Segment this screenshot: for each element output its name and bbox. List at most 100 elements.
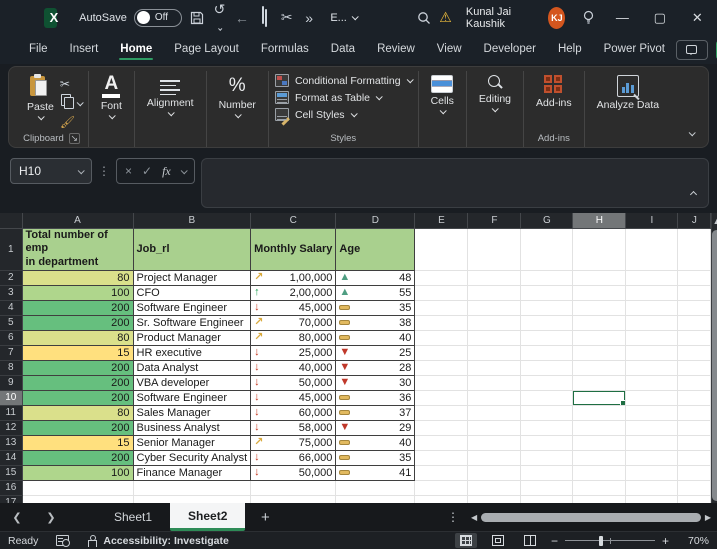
- cell-H9[interactable]: [573, 375, 626, 390]
- horizontal-scrollbar[interactable]: ◀ ▶: [471, 510, 711, 524]
- cells-button[interactable]: Cells: [425, 71, 460, 118]
- cell-A16[interactable]: [22, 480, 133, 495]
- column-header-D[interactable]: D: [336, 213, 415, 228]
- cell-A7[interactable]: 15: [22, 345, 133, 360]
- cell-I12[interactable]: [626, 420, 678, 435]
- cell-G12[interactable]: [521, 420, 573, 435]
- zoom-level[interactable]: 70%: [679, 535, 709, 547]
- row-header-14[interactable]: 14: [0, 450, 22, 465]
- insert-function-icon[interactable]: fx: [162, 164, 171, 179]
- cell-E1[interactable]: [415, 228, 468, 270]
- cell-G16[interactable]: [521, 480, 573, 495]
- row-header-7[interactable]: 7: [0, 345, 22, 360]
- cell-F12[interactable]: [468, 420, 521, 435]
- ribbon-collapse-button[interactable]: [689, 123, 694, 141]
- cell-G6[interactable]: [521, 330, 573, 345]
- cell-D9[interactable]: ▼30: [336, 375, 415, 390]
- paste-button[interactable]: Paste: [21, 71, 60, 124]
- document-name[interactable]: E...: [330, 12, 357, 24]
- cell-G13[interactable]: [521, 435, 573, 450]
- cell-E10[interactable]: [415, 390, 468, 405]
- cell-I2[interactable]: [626, 270, 678, 285]
- cell-C5[interactable]: ↗70,000: [251, 315, 336, 330]
- cell-I13[interactable]: [626, 435, 678, 450]
- name-box[interactable]: H10: [10, 158, 92, 184]
- column-header-E[interactable]: E: [415, 213, 468, 228]
- cell-C9[interactable]: ↓50,000: [251, 375, 336, 390]
- row-header-2[interactable]: 2: [0, 270, 22, 285]
- cell-F4[interactable]: [468, 300, 521, 315]
- cell-J7[interactable]: [678, 345, 711, 360]
- cell-J16[interactable]: [678, 480, 711, 495]
- undo-icon[interactable]: ↺: [212, 1, 226, 34]
- column-header-A[interactable]: A: [22, 213, 133, 228]
- cell-F9[interactable]: [468, 375, 521, 390]
- cell-D5[interactable]: 38: [336, 315, 415, 330]
- cell-F10[interactable]: [468, 390, 521, 405]
- menu-tab-formulas[interactable]: Formulas: [250, 38, 320, 61]
- cell-J14[interactable]: [678, 450, 711, 465]
- cell-C1[interactable]: Monthly Salary: [251, 228, 336, 270]
- page-layout-view-button[interactable]: [487, 533, 509, 548]
- user-name[interactable]: Kunal Jai Kaushik: [466, 6, 534, 30]
- cell-H6[interactable]: [573, 330, 626, 345]
- cell-C2[interactable]: ↗1,00,000: [251, 270, 336, 285]
- cell-C7[interactable]: ↓25,000: [251, 345, 336, 360]
- cell-H5[interactable]: [573, 315, 626, 330]
- column-header-G[interactable]: G: [521, 213, 573, 228]
- menu-tab-power-pivot[interactable]: Power Pivot: [593, 38, 676, 61]
- cell-G1[interactable]: [521, 228, 573, 270]
- cell-A1[interactable]: Total number of emp in department: [22, 228, 133, 270]
- formula-input[interactable]: [201, 158, 709, 208]
- back-arrow-icon[interactable]: ←: [235, 10, 249, 26]
- menu-tab-help[interactable]: Help: [547, 38, 593, 61]
- cell-A8[interactable]: 200: [22, 360, 133, 375]
- cell-E15[interactable]: [415, 465, 468, 480]
- cell-J5[interactable]: [678, 315, 711, 330]
- select-all-corner[interactable]: [0, 213, 22, 228]
- copy-button[interactable]: [60, 95, 82, 111]
- column-header-H[interactable]: H: [573, 213, 626, 228]
- cell-A3[interactable]: 100: [22, 285, 133, 300]
- formula-bar-handle[interactable]: ⋮: [98, 158, 110, 178]
- cell-G7[interactable]: [521, 345, 573, 360]
- cancel-entry-icon[interactable]: ×: [125, 164, 132, 178]
- cell-F16[interactable]: [468, 480, 521, 495]
- cell-D16[interactable]: [336, 480, 415, 495]
- lightbulb-icon[interactable]: [579, 10, 596, 25]
- cell-D1[interactable]: Age: [336, 228, 415, 270]
- cell-B13[interactable]: Senior Manager: [133, 435, 251, 450]
- cell-G9[interactable]: [521, 375, 573, 390]
- cut-icon[interactable]: ✂: [280, 9, 294, 26]
- cell-H10[interactable]: [573, 390, 626, 405]
- column-header-J[interactable]: J: [678, 213, 711, 228]
- cell-E14[interactable]: [415, 450, 468, 465]
- cut-button[interactable]: ✂: [60, 76, 82, 92]
- cell-D12[interactable]: ▼29: [336, 420, 415, 435]
- menu-tab-review[interactable]: Review: [366, 38, 426, 61]
- cell-B11[interactable]: Sales Manager: [133, 405, 251, 420]
- addins-button[interactable]: Add-ins: [530, 71, 578, 113]
- cell-H4[interactable]: [573, 300, 626, 315]
- cell-G8[interactable]: [521, 360, 573, 375]
- cell-B6[interactable]: Product Manager: [133, 330, 251, 345]
- column-header-C[interactable]: C: [251, 213, 336, 228]
- cell-F1[interactable]: [468, 228, 521, 270]
- menu-tab-home[interactable]: Home: [109, 38, 163, 61]
- cell-C3[interactable]: ↑2,00,000: [251, 285, 336, 300]
- format-as-table-button[interactable]: Format as Table: [275, 91, 412, 104]
- cell-E11[interactable]: [415, 405, 468, 420]
- cell-C16[interactable]: [251, 480, 336, 495]
- row-header-1[interactable]: 1: [0, 228, 22, 270]
- cell-I14[interactable]: [626, 450, 678, 465]
- cell-F14[interactable]: [468, 450, 521, 465]
- cell-J13[interactable]: [678, 435, 711, 450]
- cell-B14[interactable]: Cyber Security Analyst: [133, 450, 251, 465]
- row-header-11[interactable]: 11: [0, 405, 22, 420]
- cell-H1[interactable]: [573, 228, 626, 270]
- menu-tab-file[interactable]: File: [18, 38, 59, 61]
- cell-A13[interactable]: 15: [22, 435, 133, 450]
- cell-C11[interactable]: ↓60,000: [251, 405, 336, 420]
- cell-C6[interactable]: ↗80,000: [251, 330, 336, 345]
- avatar[interactable]: KJ: [548, 7, 565, 29]
